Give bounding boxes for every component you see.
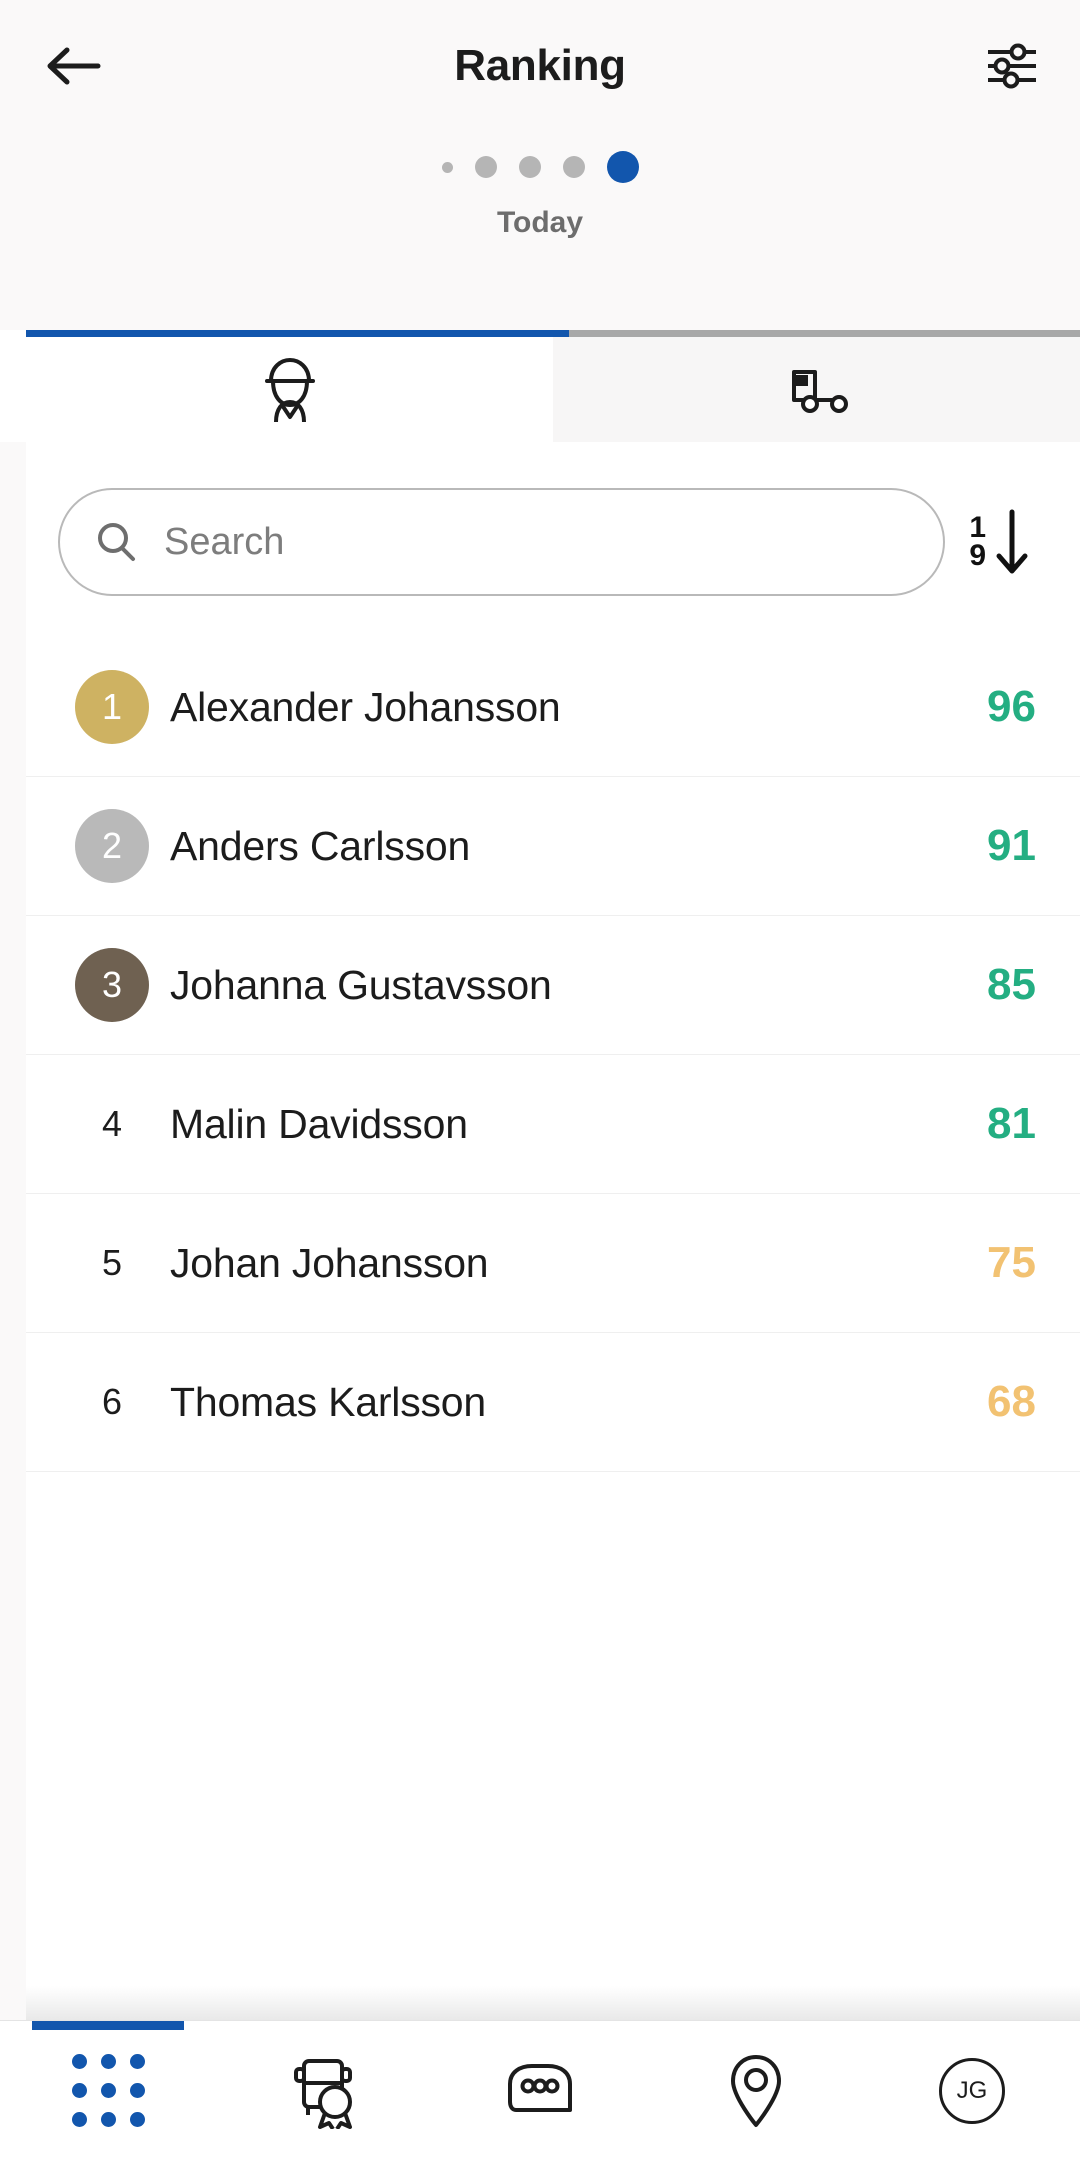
tab-progress-track <box>26 330 1080 337</box>
rank-cell: 1 <box>54 670 170 744</box>
pagination-dot[interactable] <box>562 156 585 178</box>
back-button[interactable] <box>34 27 112 105</box>
driver-name: Malin Davidsson <box>170 1100 468 1147</box>
period-label: Today <box>496 206 584 239</box>
ranking-screen: Ranking Today Search 1 9 1 Alexander Joh… <box>0 0 1080 2160</box>
truck-side-icon <box>791 369 848 413</box>
driver-name: Johan Johansson <box>170 1239 489 1286</box>
search-input[interactable]: Search <box>58 488 946 596</box>
pagination-dot-active[interactable] <box>606 151 639 183</box>
tab-progress-fill <box>26 330 569 337</box>
driver-name: Alexander Johansson <box>170 683 561 730</box>
rank-cell: 6 <box>54 1381 170 1423</box>
rank-number: 6 <box>101 1381 123 1422</box>
driver-score: 85 <box>987 960 1036 1009</box>
arrow-down-icon <box>996 509 1028 574</box>
location-pin-icon <box>731 2054 781 2127</box>
tab-vehicles[interactable] <box>553 337 1080 442</box>
table-row[interactable]: 2 Anders Carlsson 91 <box>26 777 1080 916</box>
rank-badge-bronze: 3 <box>75 948 149 1022</box>
avatar-initials: JG <box>956 2076 988 2104</box>
ranking-content: Search 1 9 1 Alexander Johansson 96 2 Anders… <box>26 442 1080 2020</box>
driver-cap-person-icon <box>264 357 315 422</box>
table-row[interactable]: 3 Johanna Gustavsson 85 <box>26 916 1080 1055</box>
driver-name: Thomas Karlsson <box>170 1378 487 1425</box>
table-row[interactable]: 1 Alexander Johansson 96 <box>26 638 1080 777</box>
avatar-initials-icon: JG <box>939 2057 1005 2124</box>
table-row[interactable]: 5 Johan Johansson 75 <box>26 1194 1080 1333</box>
rank-cell: 5 <box>54 1242 170 1284</box>
rank-cell: 4 <box>54 1103 170 1145</box>
nav-map[interactable] <box>648 2021 864 2160</box>
driver-score: 81 <box>987 1099 1036 1148</box>
bottom-navigation: JG <box>0 2020 1080 2160</box>
driver-name: Johanna Gustavsson <box>170 961 552 1008</box>
sort-top-label: 1 <box>969 510 986 544</box>
rank-cell: 3 <box>54 948 170 1022</box>
tab-bar <box>0 330 1080 442</box>
page-title: Ranking <box>454 41 626 90</box>
pagination-dot[interactable] <box>441 161 453 173</box>
driver-score: 68 <box>987 1377 1036 1426</box>
driver-name: Anders Carlsson <box>170 822 471 869</box>
grid-dots-icon <box>71 2054 145 2127</box>
nav-dashboard[interactable] <box>0 2021 216 2160</box>
nav-vehicles[interactable] <box>216 2021 432 2160</box>
sliders-filter-icon <box>988 43 1036 89</box>
rank-badge-silver: 2 <box>75 809 149 883</box>
rank-badge-gold: 1 <box>75 670 149 744</box>
search-placeholder: Search <box>164 520 285 563</box>
list-empty-space <box>26 1472 1080 2020</box>
search-row: Search 1 9 <box>26 442 1080 638</box>
driver-score: 96 <box>987 682 1036 731</box>
rank-cell: 2 <box>54 809 170 883</box>
pagination-dots[interactable] <box>0 144 1080 190</box>
search-icon <box>98 523 135 561</box>
table-row[interactable]: 6 Thomas Karlsson 68 <box>26 1333 1080 1472</box>
pagination-dot[interactable] <box>518 156 541 178</box>
table-row[interactable]: 4 Malin Davidsson 81 <box>26 1055 1080 1194</box>
active-tab-indicator <box>32 2021 184 2030</box>
truck-award-icon <box>294 2058 352 2129</box>
chat-bubble-icon <box>508 2063 572 2112</box>
header-nav-row: Ranking <box>0 0 1080 132</box>
rank-number: 5 <box>101 1242 123 1283</box>
ranking-list: 1 Alexander Johansson 96 2 Anders Carlsson 91… <box>26 638 1080 1472</box>
sort-descending-button[interactable]: 1 9 <box>969 506 1040 578</box>
tab-drivers[interactable] <box>26 337 553 442</box>
app-header: Ranking Today <box>0 0 1080 330</box>
pagination-dot[interactable] <box>474 156 497 178</box>
nav-profile[interactable]: JG <box>864 2021 1080 2160</box>
filter-button[interactable] <box>972 26 1052 106</box>
driver-score: 75 <box>987 1238 1036 1287</box>
sort-bottom-label: 9 <box>969 539 986 572</box>
rank-number: 4 <box>101 1103 123 1144</box>
arrow-left-icon <box>47 47 101 85</box>
nav-messages[interactable] <box>432 2021 648 2160</box>
driver-score: 91 <box>987 821 1036 870</box>
